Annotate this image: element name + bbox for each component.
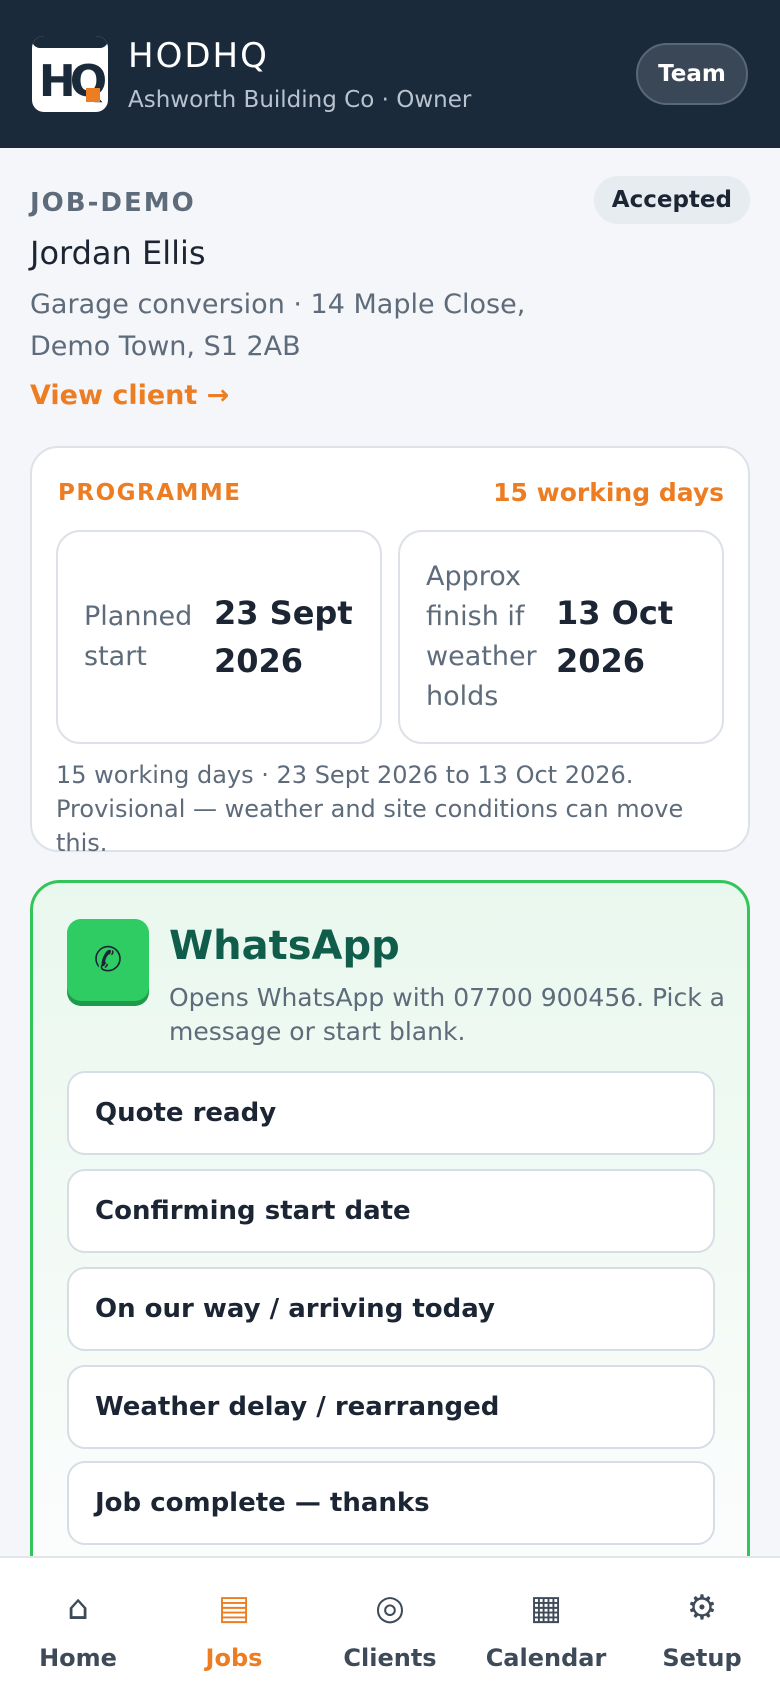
nav-label-calendar: Calendar — [485, 1644, 607, 1672]
message-weather-delay-button[interactable]: Weather delay / rearranged — [67, 1365, 715, 1449]
brand-block: HODHQ Ashworth Building Co · Owner — [128, 35, 636, 113]
view-client-link[interactable]: View client → — [30, 380, 229, 411]
app-logo: HQ — [32, 36, 108, 112]
message-on-our-way-button[interactable]: On our way / arriving today — [67, 1267, 715, 1351]
nav-label-jobs: Jobs — [205, 1644, 263, 1672]
finish-label: Approx finish if weather holds — [426, 561, 537, 712]
client-name: Jordan Ellis — [30, 234, 206, 272]
message-job-complete-button[interactable]: Job complete — thanks — [67, 1461, 715, 1545]
calendar-icon: ▦ — [529, 1588, 563, 1628]
nav-item-calendar[interactable]: ▦ Calendar — [468, 1558, 624, 1688]
nav-item-home[interactable]: ⌂ Home — [0, 1558, 156, 1688]
business-subtitle: Ashworth Building Co · Owner — [128, 87, 472, 113]
whatsapp-title: WhatsApp — [169, 923, 400, 969]
status-badge: Accepted — [593, 176, 750, 224]
programme-label: PROGRAMME — [58, 480, 242, 506]
whatsapp-description: Opens WhatsApp with 07700 900456. Pick a… — [169, 983, 725, 1046]
team-button[interactable]: Team — [636, 43, 748, 105]
finish-value: 13 Oct 2026 — [556, 594, 674, 680]
planned-start-value: 23 Sept 2026 — [214, 594, 353, 680]
message-confirm-start-button[interactable]: Confirming start date — [67, 1169, 715, 1253]
programme-card: PROGRAMME 15 working days Planned start … — [30, 446, 750, 857]
jobs-icon: ▤ — [217, 1588, 251, 1628]
nav-item-clients[interactable]: ◎ Clients — [312, 1558, 468, 1688]
job-reference: JOB-DEMO — [30, 188, 196, 218]
job-description: Garage conversion · 14 Maple Close, Demo… — [30, 289, 526, 362]
bottom-nav: ⌂ Home ▤ Jobs ◎ Clients ▦ Calendar ⚙ Set… — [0, 1556, 780, 1688]
planned-start-card: Planned start 23 Sept 2026 — [56, 530, 382, 744]
phone-icon: ✆ — [67, 919, 149, 1001]
programme-duration: 15 working days — [493, 478, 724, 507]
planned-start-label: Planned start — [84, 601, 193, 672]
gear-icon: ⚙ — [686, 1588, 718, 1628]
nav-label-setup: Setup — [662, 1644, 742, 1672]
nav-item-setup[interactable]: ⚙ Setup — [624, 1558, 780, 1688]
message-quote-ready-button[interactable]: Quote ready — [67, 1071, 715, 1155]
nav-label-home: Home — [39, 1644, 117, 1672]
nav-label-clients: Clients — [343, 1644, 437, 1672]
programme-note: 15 working days · 23 Sept 2026 to 13 Oct… — [56, 761, 684, 857]
home-icon: ⌂ — [67, 1588, 89, 1628]
clients-icon: ◎ — [375, 1588, 405, 1628]
finish-date-card: Approx finish if weather holds 13 Oct 20… — [398, 530, 724, 744]
app-name: HODHQ — [128, 36, 269, 76]
app-header: HQ HODHQ Ashworth Building Co · Owner Te… — [0, 0, 780, 148]
nav-item-jobs[interactable]: ▤ Jobs — [156, 1558, 312, 1688]
